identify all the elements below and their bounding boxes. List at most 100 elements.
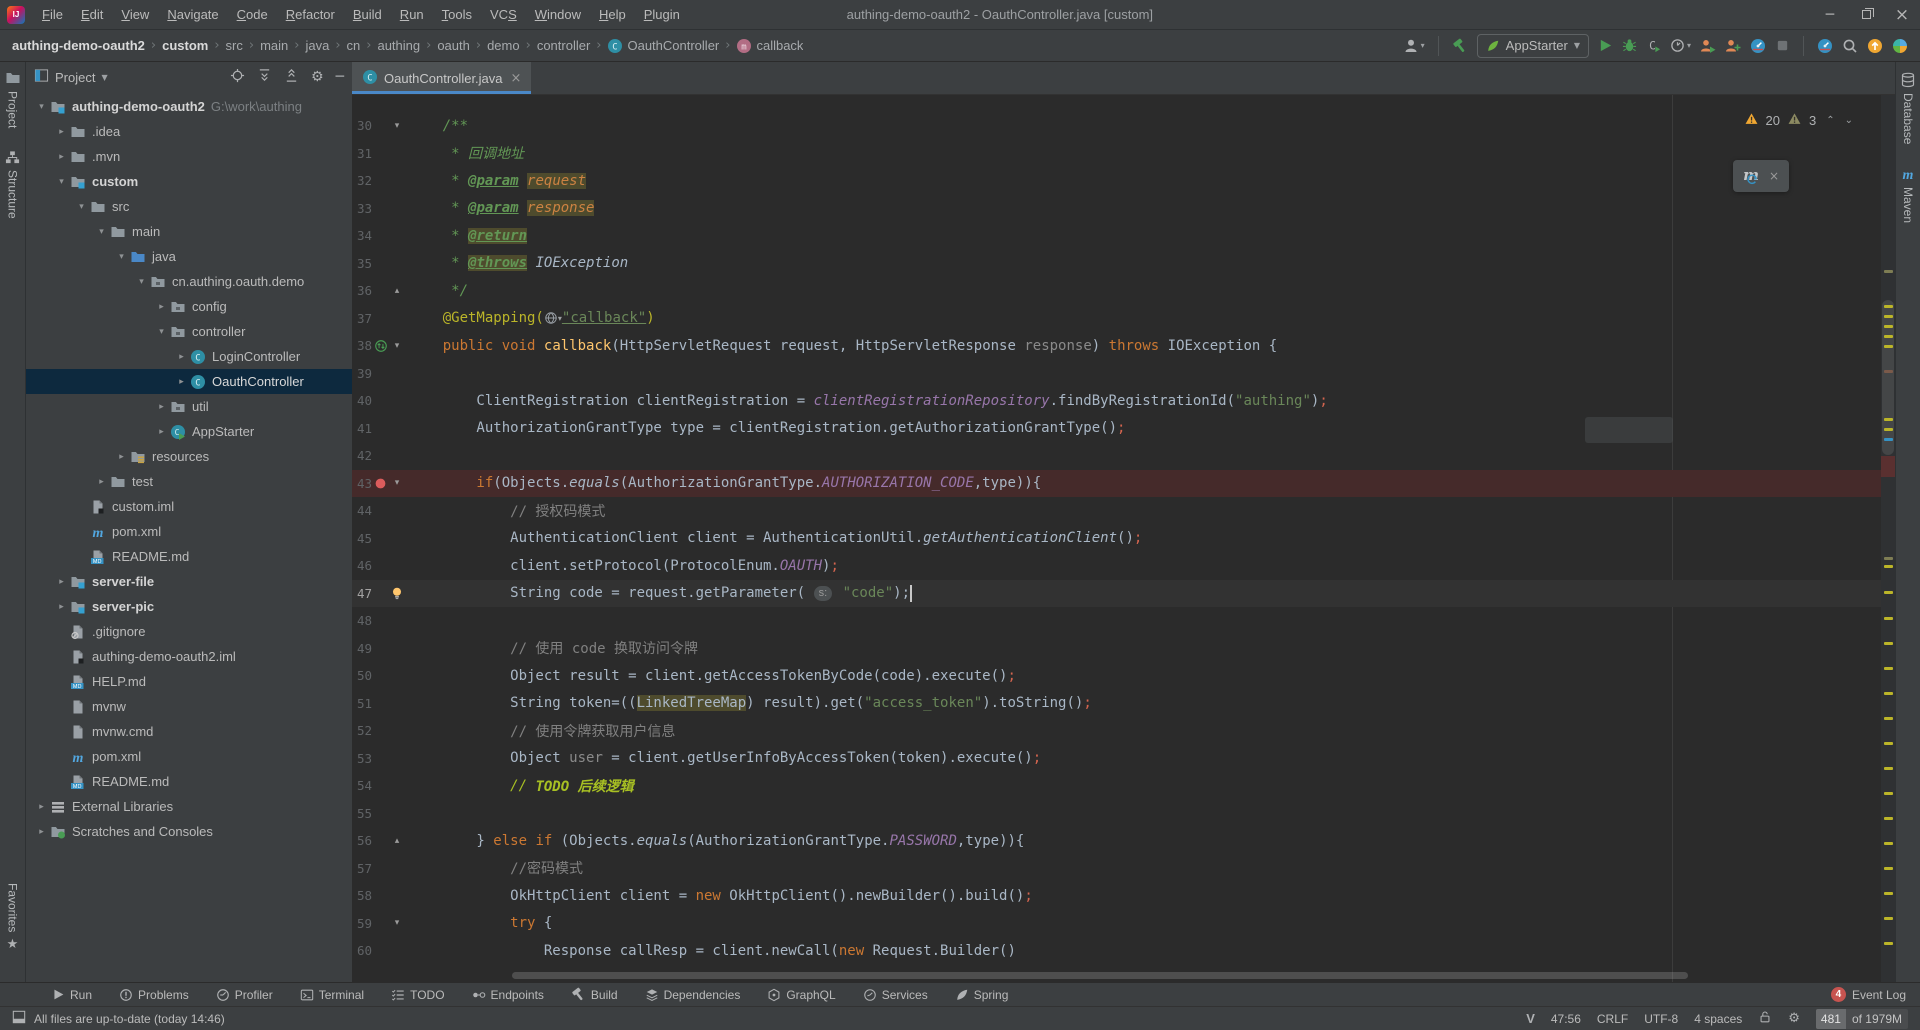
inspections-level-icon[interactable]: ⚙ (1788, 1011, 1800, 1026)
tree-chevron-icon[interactable]: ▾ (54, 177, 69, 187)
tree-item-test[interactable]: ▸test (26, 469, 352, 494)
breadcrumb-java[interactable]: java (305, 38, 329, 53)
line-number[interactable]: 34 (352, 228, 372, 243)
code-line-46[interactable]: 46 client.setProtocol(ProtocolEnum.OAUTH… (352, 552, 1881, 580)
tree-item-java[interactable]: ▾java (26, 244, 352, 269)
plugin-run-2-button[interactable] (1725, 38, 1741, 54)
code-text[interactable]: * @throws IOException (409, 255, 628, 271)
tree-item-oauthcontroller[interactable]: ▸COauthController (26, 369, 352, 394)
code-line-60[interactable]: 60 Response callResp = client.newCall(ne… (352, 937, 1881, 965)
tree-chevron-icon[interactable]: ▸ (174, 377, 189, 387)
tree-item--mvn[interactable]: ▸.mvn (26, 144, 352, 169)
tree-item-pom-xml[interactable]: mpom.xml (26, 744, 352, 769)
line-number[interactable]: 36 (352, 283, 372, 298)
menu-edit[interactable]: Edit (72, 0, 112, 30)
code-line-36[interactable]: 36▴ */ (352, 277, 1881, 305)
run-config-select[interactable]: AppStarter▼ (1477, 34, 1589, 58)
tree-chevron-icon[interactable]: ▸ (114, 452, 129, 462)
code-line-33[interactable]: 33 * @param response (352, 195, 1881, 223)
line-number[interactable]: 54 (352, 778, 372, 793)
breakpoint-icon[interactable] (374, 477, 387, 490)
plugin-colorful-button[interactable] (1892, 38, 1908, 54)
toolwindow-button-spring[interactable]: Spring (955, 988, 1009, 1002)
code-text[interactable]: String token=((LinkedTreeMap) result).ge… (409, 695, 1092, 711)
file-encoding[interactable]: UTF-8 (1644, 1012, 1678, 1026)
tree-chevron-icon[interactable]: ▸ (174, 352, 189, 362)
line-number[interactable]: 59 (352, 916, 372, 931)
menu-window[interactable]: Window (526, 0, 590, 30)
menu-view[interactable]: View (112, 0, 158, 30)
fold-marker-icon[interactable]: ▾ (389, 918, 405, 928)
stripe-mark[interactable] (1884, 591, 1893, 594)
line-number[interactable]: 52 (352, 723, 372, 738)
code-text[interactable]: if(Objects.equals(AuthorizationGrantType… (409, 475, 1041, 491)
stripe-mark[interactable] (1884, 557, 1893, 560)
fold-marker-icon[interactable]: ▾ (389, 341, 405, 351)
close-button[interactable]: × (1884, 0, 1920, 30)
tree-item-authing-demo-oauth2[interactable]: ▾authing-demo-oauth2G:\work\authing (26, 94, 352, 119)
tree-item-cn-authing-oauth-demo[interactable]: ▾cn.authing.oauth.demo (26, 269, 352, 294)
tree-item-scratches-and-consoles[interactable]: ▸Scratches and Consoles (26, 819, 352, 844)
vertical-scrollbar-thumb[interactable] (1882, 300, 1894, 455)
menu-refactor[interactable]: Refactor (277, 0, 344, 30)
caret-position[interactable]: 47:56 (1551, 1012, 1581, 1026)
breadcrumb-authing-demo-oauth2[interactable]: authing-demo-oauth2 (12, 38, 145, 53)
stripe-mark[interactable] (1884, 917, 1893, 920)
tool-button-structure[interactable]: Structure (5, 150, 20, 219)
inspections-widget[interactable]: 20 3 ⌃ ⌄ (1744, 112, 1853, 129)
stripe-mark[interactable] (1884, 617, 1893, 620)
code-text[interactable]: String code = request.getParameter( s: "… (409, 585, 912, 602)
tree-item-logincontroller[interactable]: ▸CLoginController (26, 344, 352, 369)
code-line-53[interactable]: 53 Object user = client.getUserInfoByAcc… (352, 745, 1881, 773)
tool-button-project[interactable]: Project (5, 70, 21, 128)
intention-bulb-icon[interactable] (390, 586, 404, 601)
code-text[interactable]: @GetMapping(▾"callback") (409, 310, 655, 326)
tree-chevron-icon[interactable]: ▸ (154, 427, 169, 437)
url-globe-icon[interactable] (544, 311, 558, 325)
code-text[interactable]: Object result = client.getAccessTokenByC… (409, 668, 1016, 684)
tree-item--gitignore[interactable]: .gitignore (26, 619, 352, 644)
code-text[interactable]: Object user = client.getUserInfoByAccess… (409, 750, 1041, 766)
maven-reload-popup[interactable]: m × (1733, 160, 1789, 192)
code-text[interactable]: * @param request (409, 173, 586, 189)
stripe-mark[interactable] (1884, 428, 1893, 431)
stripe-mark[interactable] (1884, 742, 1893, 745)
tree-chevron-icon[interactable]: ▸ (54, 577, 69, 587)
fold-marker-icon[interactable]: ▴ (389, 836, 405, 846)
tree-item-server-pic[interactable]: ▸server-pic (26, 594, 352, 619)
fold-marker-icon[interactable]: ▾ (389, 478, 405, 488)
profiler-button-button[interactable]: ▾ (1670, 38, 1691, 53)
tree-chevron-icon[interactable]: ▾ (74, 202, 89, 212)
tree-item--idea[interactable]: ▸.idea (26, 119, 352, 144)
code-text[interactable]: AuthorizationGrantType type = clientRegi… (409, 420, 1125, 436)
tree-item-pom-xml[interactable]: mpom.xml (26, 519, 352, 544)
expand-all-icon[interactable] (257, 68, 272, 86)
minimize-button[interactable]: ─ (1812, 0, 1848, 30)
menu-build[interactable]: Build (344, 0, 391, 30)
line-number[interactable]: 57 (352, 861, 372, 876)
toolwindow-button-graphql[interactable]: GraphQL (767, 988, 835, 1002)
stripe-mark[interactable] (1884, 345, 1893, 348)
stripe-mark[interactable] (1884, 642, 1893, 645)
menu-plugin[interactable]: Plugin (635, 0, 689, 30)
tree-item-config[interactable]: ▸config (26, 294, 352, 319)
menu-tools[interactable]: Tools (433, 0, 481, 30)
code-line-34[interactable]: 34 * @return (352, 222, 1881, 250)
tree-item-readme-md[interactable]: MDREADME.md (26, 769, 352, 794)
tree-item-controller[interactable]: ▾controller (26, 319, 352, 344)
gauge-2-button[interactable] (1817, 38, 1833, 54)
indent-setting[interactable]: 4 spaces (1694, 1012, 1742, 1026)
error-stripe[interactable] (1881, 95, 1895, 982)
code-line-39[interactable]: 39 (352, 360, 1881, 388)
code-text[interactable]: } else if (Objects.equals(AuthorizationG… (409, 833, 1024, 849)
code-text[interactable]: AuthenticationClient client = Authentica… (409, 530, 1142, 546)
tree-item-appstarter[interactable]: ▸CAppStarter (26, 419, 352, 444)
stripe-mark[interactable] (1884, 270, 1893, 273)
code-line-59[interactable]: 59▾ try { (352, 910, 1881, 938)
chevron-down-icon[interactable]: ▼ (101, 73, 107, 82)
line-number[interactable]: 41 (352, 421, 372, 436)
line-number[interactable]: 35 (352, 256, 372, 271)
stripe-mark[interactable] (1884, 892, 1893, 895)
stripe-mark[interactable] (1884, 942, 1893, 945)
code-line-35[interactable]: 35 * @throws IOException (352, 250, 1881, 278)
